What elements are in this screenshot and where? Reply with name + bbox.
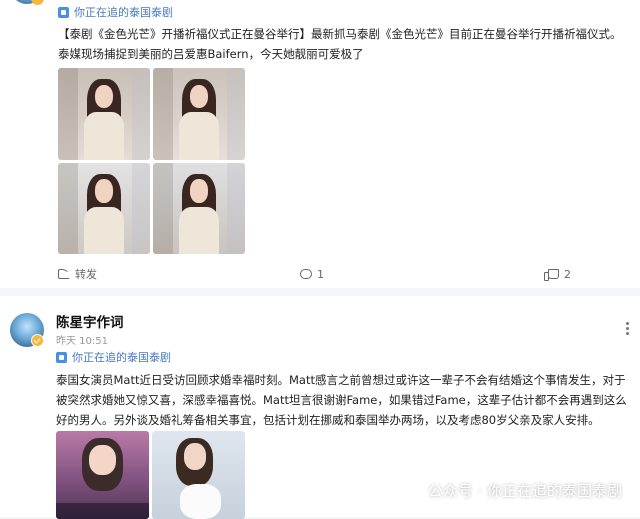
topic-tag[interactable]: 你正在追的泰国泰剧 <box>56 349 171 365</box>
watermark: 公众号 · 你正在追的泰国泰剧 <box>399 480 622 501</box>
post-body-text: 【泰剧《金色光芒》开播祈福仪式正在曼谷举行】最新抓马泰剧《金色光芒》目前正在曼谷… <box>58 27 622 61</box>
image-grid <box>58 68 245 254</box>
like-count: 2 <box>564 267 571 281</box>
post-actions: 转发 1 2 <box>0 263 640 285</box>
post-image[interactable] <box>58 68 150 160</box>
topic-label: 你正在追的泰国泰剧 <box>72 351 171 364</box>
share-icon <box>58 269 70 279</box>
more-options-icon[interactable] <box>626 322 630 336</box>
feed-post-2: 陈星宇作词 昨天 10:51 你正在追的泰国泰剧 泰国女演员Matt近日受访回顾… <box>0 296 640 519</box>
post-image[interactable] <box>153 163 245 254</box>
post-image[interactable] <box>58 163 150 254</box>
watermark-text: 公众号 · 你正在追的泰国泰剧 <box>427 482 622 500</box>
share-button[interactable]: 转发 <box>58 263 97 285</box>
topic-label: 你正在追的泰国泰剧 <box>74 6 173 19</box>
topic-tag[interactable]: 你正在追的泰国泰剧 <box>58 4 173 20</box>
post-image[interactable] <box>153 68 245 160</box>
post-image[interactable] <box>152 431 245 519</box>
verified-badge-icon <box>31 0 44 5</box>
comment-icon <box>300 269 312 279</box>
topic-icon <box>58 6 69 18</box>
topic-icon <box>56 351 67 363</box>
wechat-icon <box>399 481 422 500</box>
post-timestamp: 昨天 10:51 <box>56 336 108 347</box>
user-name[interactable]: 陈星宇作词 <box>56 311 124 331</box>
feed-post-1: 你正在追的泰国泰剧 【泰剧《金色光芒》开播祈福仪式正在曼谷举行】最新抓马泰剧《金… <box>0 0 640 288</box>
post-image[interactable] <box>56 431 149 519</box>
comment-button[interactable]: 1 <box>300 263 324 285</box>
post-body-text: 泰国女演员Matt近日受访回顾求婚幸福时刻。Matt感言之前曾想过或许这一辈子不… <box>56 373 627 427</box>
verified-badge-icon <box>31 334 44 347</box>
like-icon <box>544 269 559 281</box>
share-label: 转发 <box>75 268 97 281</box>
like-button[interactable]: 2 <box>544 263 571 285</box>
comment-count: 1 <box>317 267 324 281</box>
